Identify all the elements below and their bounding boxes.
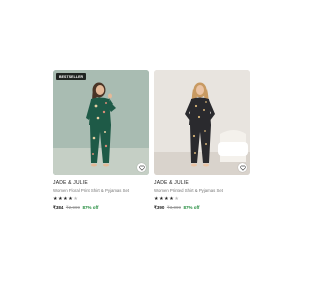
price-row: ₹390 ₹3,099 87% off	[154, 205, 250, 211]
price-row: ₹384 ₹2,999 87% off	[53, 205, 149, 211]
model-photo	[154, 70, 250, 175]
discount-label: 87% off	[183, 205, 200, 211]
brand-name: JADE & JULIE	[154, 180, 189, 186]
sale-price: ₹384	[53, 205, 64, 211]
star-icon: ★	[68, 196, 73, 203]
product-grid: BESTSELLER JADE & JULIE Women Floral Pri…	[0, 0, 300, 300]
product-title[interactable]: Women Floral Print Shirt & Pyjamas Set	[53, 188, 133, 193]
star-icon: ★	[73, 196, 78, 203]
wishlist-button[interactable]	[238, 163, 247, 172]
star-icon: ★	[154, 196, 159, 203]
original-price: ₹3,099	[166, 205, 181, 211]
product-image[interactable]: BESTSELLER	[53, 70, 149, 175]
star-icon: ★	[174, 196, 179, 203]
product-image[interactable]	[154, 70, 250, 175]
star-icon: ★	[58, 196, 63, 203]
product-title[interactable]: Women Printed Shirt & Pyjamas Set	[154, 188, 234, 193]
wishlist-button[interactable]	[137, 163, 146, 172]
brand-name: JADE & JULIE	[53, 180, 88, 186]
star-icon: ★	[63, 196, 68, 203]
star-icon: ★	[169, 196, 174, 203]
product-card[interactable]: BESTSELLER JADE & JULIE Women Floral Pri…	[53, 70, 149, 211]
model-photo	[53, 70, 149, 175]
star-icon: ★	[53, 196, 58, 203]
discount-label: 87% off	[82, 205, 99, 211]
bestseller-badge: BESTSELLER	[56, 73, 87, 80]
rating-stars: ★ ★ ★ ★ ★	[53, 197, 149, 202]
heart-icon	[239, 165, 246, 171]
rating-stars: ★ ★ ★ ★ ★	[154, 197, 250, 202]
star-icon: ★	[159, 196, 164, 203]
original-price: ₹2,999	[65, 205, 80, 211]
heart-icon	[138, 165, 145, 171]
sale-price: ₹390	[154, 205, 165, 211]
product-card[interactable]: JADE & JULIE Women Printed Shirt & Pyjam…	[154, 70, 250, 211]
star-icon: ★	[164, 196, 169, 203]
